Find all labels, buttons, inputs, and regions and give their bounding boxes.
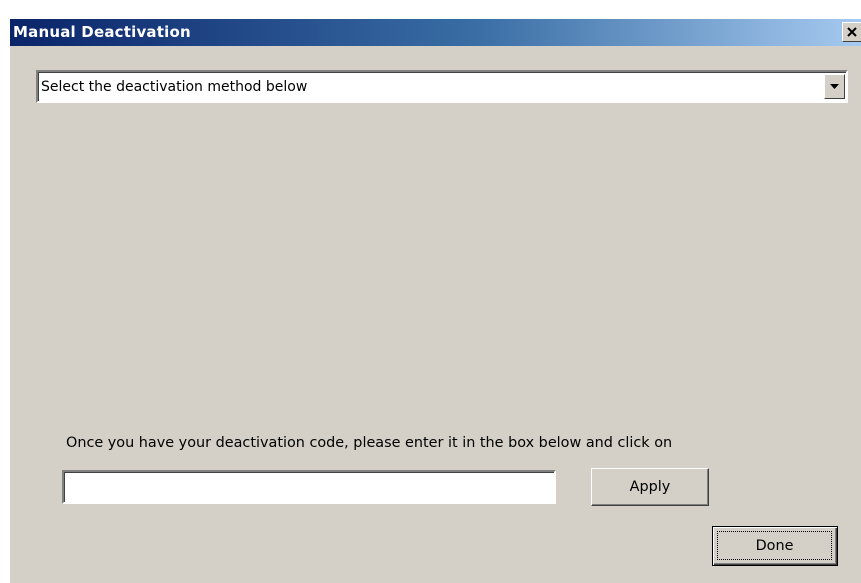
deactivation-method-select[interactable]: Select the deactivation method below	[36, 70, 848, 103]
deactivation-code-instruction: Once you have your deactivation code, pl…	[66, 435, 673, 451]
title-bar[interactable]: Manual Deactivation	[10, 19, 861, 46]
done-focus-rect: Done	[717, 531, 832, 560]
close-icon	[847, 27, 857, 37]
apply-button-label: Apply	[629, 479, 671, 495]
dropdown-toggle-button[interactable]	[824, 74, 845, 99]
deactivation-code-input[interactable]	[62, 470, 556, 504]
close-button[interactable]	[842, 22, 861, 42]
done-button[interactable]: Done	[712, 526, 838, 566]
manual-deactivation-dialog: Manual Deactivation Select the deactivat…	[9, 19, 861, 583]
window-title: Manual Deactivation	[13, 23, 191, 41]
deactivation-method-selected-value: Select the deactivation method below	[41, 79, 308, 95]
done-button-label: Done	[755, 537, 794, 554]
apply-button[interactable]: Apply	[591, 468, 709, 506]
chevron-down-icon	[830, 84, 839, 89]
